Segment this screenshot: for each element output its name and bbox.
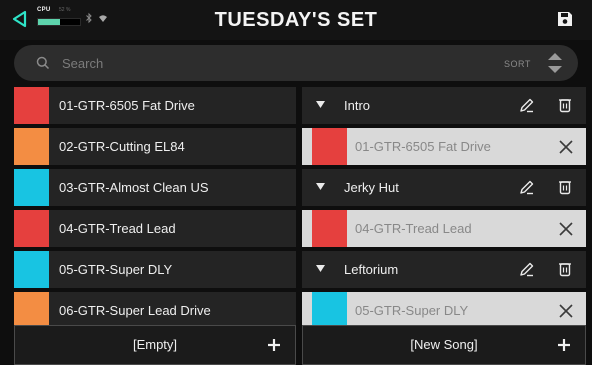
song-preset-label: 04-GTR-Tread Lead xyxy=(355,221,472,236)
song-preset-item[interactable]: 01-GTR-6505 Fat Drive xyxy=(302,128,586,165)
close-icon[interactable] xyxy=(559,304,573,318)
preset-color-swatch xyxy=(14,128,49,165)
empty-button-label: [Empty] xyxy=(132,337,178,352)
preset-item-label: 05-GTR-Super DLY xyxy=(59,262,173,277)
trash-icon[interactable] xyxy=(558,179,572,195)
edit-pencil-icon[interactable] xyxy=(519,179,535,195)
save-icon[interactable] xyxy=(556,10,574,28)
preset-item-label: 06-GTR-Super Lead Drive xyxy=(59,303,211,318)
preset-item-label: 02-GTR-Cutting EL84 xyxy=(59,139,185,154)
preset-item-label: 01-GTR-6505 Fat Drive xyxy=(59,98,195,113)
sort-toggle-icon[interactable] xyxy=(542,51,568,75)
preset-color-swatch xyxy=(312,128,347,165)
preset-item[interactable]: 05-GTR-Super DLY xyxy=(14,251,296,288)
preset-item-label: 04-GTR-Tread Lead xyxy=(59,221,176,236)
preset-item[interactable]: 03-GTR-Almost Clean US xyxy=(14,169,296,206)
trash-icon[interactable] xyxy=(558,261,572,277)
new-song-button[interactable]: [New Song] xyxy=(302,325,586,365)
preset-color-swatch xyxy=(14,292,49,329)
close-icon[interactable] xyxy=(559,140,573,154)
new-song-button-label: [New Song] xyxy=(410,337,478,352)
preset-color-swatch xyxy=(312,210,347,247)
preset-color-swatch xyxy=(14,251,49,288)
empty-preset-button[interactable]: [Empty] xyxy=(14,325,296,365)
preset-item-label: 03-GTR-Almost Clean US xyxy=(59,180,209,195)
preset-color-swatch xyxy=(14,169,49,206)
song-name: Jerky Hut xyxy=(344,180,399,195)
trash-icon[interactable] xyxy=(558,97,572,113)
song-header[interactable]: Intro xyxy=(302,87,586,124)
song-name: Intro xyxy=(344,98,371,113)
search-icon xyxy=(36,56,50,70)
plus-icon xyxy=(268,339,280,351)
preset-color-swatch xyxy=(312,292,347,329)
edit-pencil-icon[interactable] xyxy=(519,261,535,277)
preset-list: 01-GTR-6505 Fat Drive 02-GTR-Cutting EL8… xyxy=(14,87,296,333)
page-title: TUESDAY'S SET xyxy=(214,9,378,31)
song-name: Leftorium xyxy=(344,262,399,277)
close-icon[interactable] xyxy=(559,222,573,236)
preset-item[interactable]: 04-GTR-Tread Lead xyxy=(14,210,296,247)
sort-label: SORT xyxy=(504,59,531,69)
song-preset-item[interactable]: 05-GTR-Super DLY xyxy=(302,292,586,329)
expand-arrow-icon[interactable] xyxy=(316,100,325,109)
expand-arrow-icon[interactable] xyxy=(316,264,325,273)
setlist-panel: Intro 01-GTR-6505 Fat Drive Jerky Hut 04… xyxy=(302,87,586,333)
song-preset-label: 05-GTR-Super DLY xyxy=(355,303,469,318)
preset-item[interactable]: 06-GTR-Super Lead Drive xyxy=(14,292,296,329)
preset-color-swatch xyxy=(14,210,49,247)
preset-item[interactable]: 01-GTR-6505 Fat Drive xyxy=(14,87,296,124)
preset-item[interactable]: 02-GTR-Cutting EL84 xyxy=(14,128,296,165)
search-input[interactable] xyxy=(62,51,442,75)
song-header[interactable]: Leftorium xyxy=(302,251,586,288)
preset-color-swatch xyxy=(14,87,49,124)
song-preset-item[interactable]: 04-GTR-Tread Lead xyxy=(302,210,586,247)
plus-icon xyxy=(558,339,570,351)
song-preset-label: 01-GTR-6505 Fat Drive xyxy=(355,139,491,154)
expand-arrow-icon[interactable] xyxy=(316,182,325,191)
header-bar: CPU 52 % TUESDAY'S SET xyxy=(0,0,592,40)
song-header[interactable]: Jerky Hut xyxy=(302,169,586,206)
edit-pencil-icon[interactable] xyxy=(519,97,535,113)
search-bar: SORT xyxy=(14,45,578,81)
